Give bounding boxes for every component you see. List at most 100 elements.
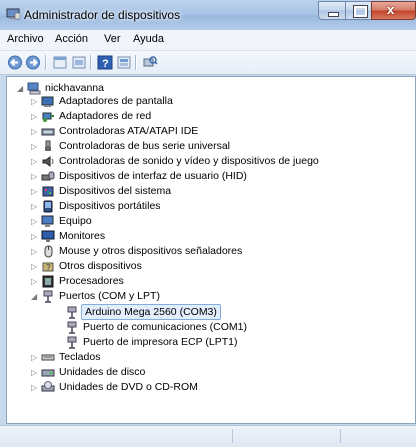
tree-item-label: Adaptadores de red — [59, 110, 152, 122]
tree-item[interactable]: ▷ Unidades de disco — [31, 365, 411, 381]
close-icon: x — [387, 2, 395, 17]
tree-item[interactable]: ▷ Adaptadores de red — [31, 109, 411, 125]
port-icon — [43, 290, 53, 303]
tree-item[interactable]: ▷ Controladoras ATA/ATAPI IDE — [31, 124, 411, 140]
status-divider — [232, 429, 233, 443]
tree-item[interactable]: ▷ Monitores — [31, 229, 411, 245]
menu-bar: Archivo Acción Ver Ayuda — [0, 30, 416, 51]
tree-item-label: Controladoras de bus serie universal — [59, 140, 231, 152]
minimize-icon — [328, 12, 339, 17]
tree-item-label: Adaptadores de pantalla — [59, 95, 173, 107]
expand-arrow-icon[interactable]: ▷ — [31, 354, 39, 362]
system-device-icon — [42, 186, 54, 197]
tree-item-label: Monitores — [59, 230, 106, 242]
tree-item[interactable]: ▷ Teclados — [31, 350, 411, 366]
expand-arrow-icon[interactable]: ▷ — [31, 113, 39, 121]
usb-plug-icon — [45, 140, 51, 151]
device-tree[interactable]: ◢ nickhavanna ▷ Adaptadores de pantalla … — [6, 76, 416, 424]
expand-arrow-icon[interactable]: ▷ — [31, 248, 39, 256]
expand-arrow-icon[interactable]: ▷ — [31, 369, 39, 377]
menu-ayuda[interactable]: Ayuda — [133, 33, 164, 45]
maximize-button[interactable] — [345, 1, 372, 20]
window-title: Administrador de dispositivos — [24, 8, 181, 22]
computer-icon — [41, 215, 54, 227]
status-divider — [340, 429, 341, 443]
tree-item-label: Dispositivos del sistema — [59, 185, 172, 197]
maximize-icon — [353, 5, 368, 18]
show-hidden-icon[interactable] — [116, 55, 132, 70]
tree-child-item[interactable]: Arduino Mega 2560 (COM3) — [55, 304, 395, 321]
tree-item-label: Puertos (COM y LPT) — [59, 290, 160, 302]
portable-device-icon — [43, 200, 53, 213]
tree-item-label: Dispositivos de interfaz de usuario (HID… — [59, 170, 247, 182]
device-manager-app-icon — [6, 8, 20, 20]
keyboard-icon — [41, 354, 55, 361]
scan-hardware-icon[interactable] — [142, 55, 158, 70]
tree-item-label: Mouse y otros dispositivos señaladores — [59, 245, 243, 257]
tree-item[interactable]: ▷ Mouse y otros dispositivos señaladores — [31, 244, 411, 260]
tree-item[interactable]: ▷ Adaptadores de pantalla — [31, 94, 411, 110]
tree-item[interactable]: ▷ Dispositivos del sistema — [31, 184, 411, 200]
collapse-arrow-icon[interactable]: ◢ — [31, 293, 39, 301]
expand-arrow-icon[interactable]: ▷ — [31, 233, 39, 241]
tree-item-expanded[interactable]: ◢ Puertos (COM y LPT) — [31, 289, 411, 305]
expand-arrow-icon[interactable]: ▷ — [31, 188, 39, 196]
tree-item-label: Equipo — [59, 215, 92, 227]
tree-item[interactable]: ▷ Procesadores — [31, 274, 411, 290]
mouse-icon — [44, 245, 53, 258]
properties-icon[interactable] — [52, 55, 68, 70]
expand-arrow-icon[interactable]: ▷ — [31, 384, 39, 392]
tree-child-label: Puerto de impresora ECP (LPT1) — [83, 336, 238, 348]
menu-archivo[interactable]: Archivo — [7, 33, 44, 45]
toolbar-separator — [45, 55, 46, 70]
port-icon — [67, 336, 77, 349]
menu-ver[interactable]: Ver — [104, 33, 121, 45]
tree-item[interactable]: ▷ Dispositivos de interfaz de usuario (H… — [31, 169, 411, 185]
expand-arrow-icon[interactable]: ▷ — [31, 98, 39, 106]
title-bar[interactable]: Administrador de dispositivos x — [0, 0, 416, 30]
tree-item-label: Unidades de disco — [59, 366, 146, 378]
tree-item[interactable]: ▷ ? Otros dispositivos — [31, 259, 411, 275]
monitor-card-icon — [41, 96, 54, 107]
display-icon[interactable] — [71, 55, 87, 70]
tree-item-label: Controladoras ATA/ATAPI IDE — [59, 125, 199, 137]
ide-controller-icon — [41, 128, 55, 136]
expand-arrow-icon[interactable]: ▷ — [31, 263, 39, 271]
tree-item[interactable]: ▷ Dispositivos portátiles — [31, 199, 411, 215]
close-button[interactable]: x — [371, 1, 416, 20]
tree-item[interactable]: ▷ Controladoras de sonido y vídeo y disp… — [31, 154, 411, 170]
tree-item-label: Teclados — [59, 351, 101, 363]
disk-drive-icon — [41, 369, 55, 377]
expand-arrow-icon[interactable]: ▷ — [31, 158, 39, 166]
help-icon[interactable]: ? — [97, 55, 113, 70]
tree-item[interactable]: ▷ Controladoras de bus serie universal — [31, 139, 411, 155]
tree-child-item[interactable]: Puerto de impresora ECP (LPT1) — [55, 335, 395, 351]
status-bar — [0, 425, 416, 447]
toolbar-separator — [90, 55, 91, 70]
device-manager-window: Administrador de dispositivos x Archivo … — [0, 0, 416, 447]
forward-arrow-icon[interactable] — [25, 55, 41, 70]
dvd-drive-icon — [41, 381, 55, 392]
back-arrow-icon[interactable] — [7, 55, 23, 70]
speaker-icon — [42, 156, 54, 167]
expand-arrow-icon[interactable]: ▷ — [31, 278, 39, 286]
tree-child-label-selected: Arduino Mega 2560 (COM3) — [81, 304, 221, 320]
svg-text:?: ? — [46, 263, 51, 272]
toolbar: ? — [0, 51, 416, 75]
tree-child-item[interactable]: Puerto de comunicaciones (COM1) — [55, 320, 395, 336]
expand-arrow-icon[interactable]: ▷ — [31, 128, 39, 136]
expand-arrow-icon[interactable]: ▷ — [31, 173, 39, 181]
tree-item[interactable]: ▷ Unidades de DVD o CD-ROM — [31, 380, 411, 396]
expand-arrow-icon[interactable]: ▷ — [31, 218, 39, 226]
expand-arrow-icon[interactable]: ▷ — [31, 203, 39, 211]
expand-arrow-icon[interactable]: ▷ — [31, 143, 39, 151]
tree-item-label: Controladoras de sonido y vídeo y dispos… — [59, 155, 319, 167]
minimize-button[interactable] — [318, 1, 346, 20]
network-adapter-icon — [42, 112, 54, 122]
tree-item[interactable]: ▷ Equipo — [31, 214, 411, 230]
tree-item-label: Unidades de DVD o CD-ROM — [59, 381, 198, 393]
tree-item-label: Otros dispositivos — [59, 260, 142, 272]
menu-accion[interactable]: Acción — [55, 33, 88, 45]
hid-icon — [41, 171, 55, 181]
collapse-arrow-icon[interactable]: ◢ — [17, 85, 25, 93]
